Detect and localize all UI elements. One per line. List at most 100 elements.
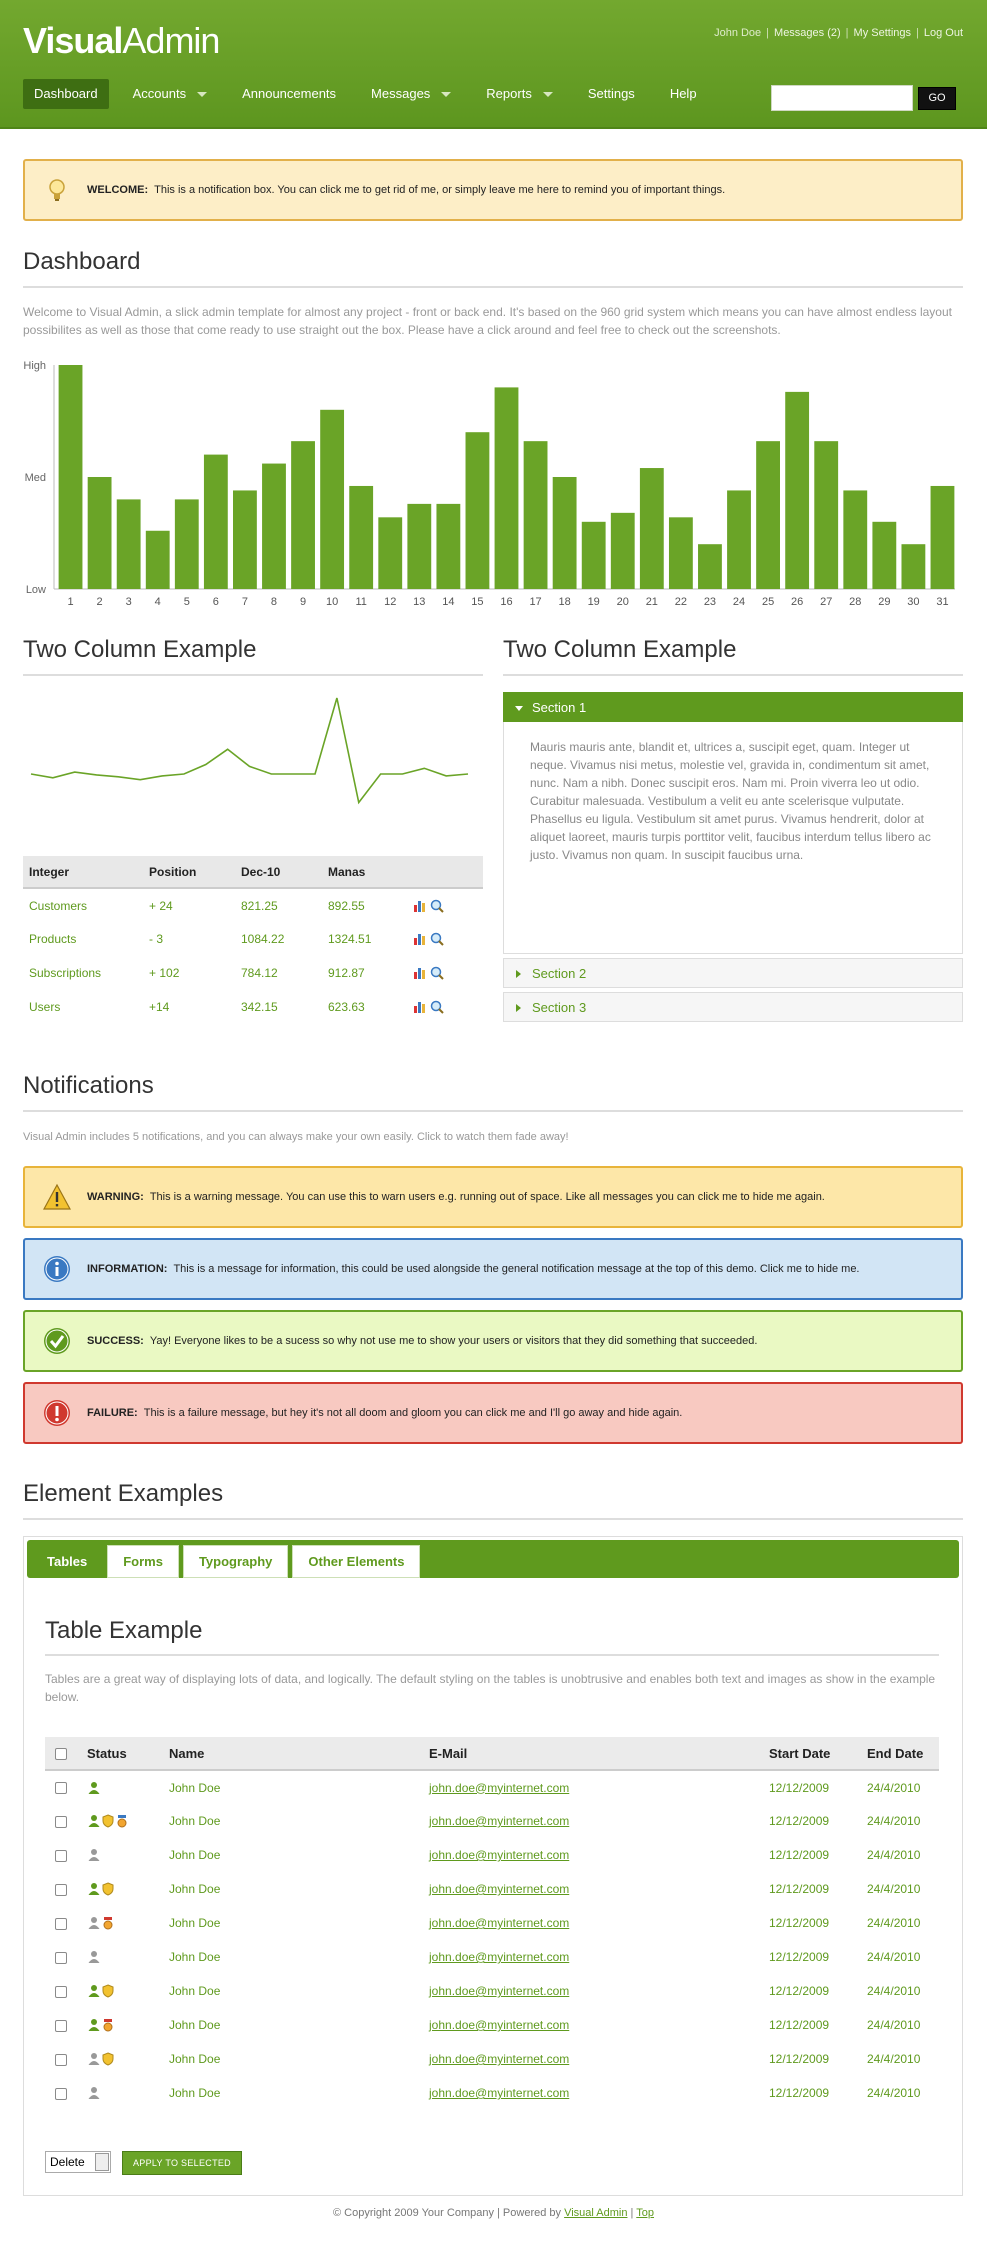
tab-tables[interactable]: Tables [31, 1545, 104, 1578]
status-cell [87, 1838, 169, 1872]
cell-name[interactable]: Subscriptions [23, 956, 143, 990]
email-link[interactable]: john.doe@myinternet.com [429, 1814, 569, 1828]
apply-to-selected-button[interactable]: APPLY TO SELECTED [122, 2151, 242, 2175]
row-checkbox[interactable] [55, 2053, 67, 2066]
row-checkbox[interactable] [55, 1917, 67, 1930]
bar [930, 485, 955, 589]
table-example-heading: Table Example [45, 1617, 203, 1644]
email-cell: john.doe@myinternet.com [429, 2008, 769, 2042]
visual-admin-link[interactable]: Visual Admin [564, 2207, 627, 2219]
row-checkbox[interactable] [55, 1782, 67, 1795]
column-header [407, 856, 483, 889]
email-link[interactable]: john.doe@myinternet.com [429, 1882, 569, 1896]
nav-reports[interactable]: Reports [475, 79, 564, 109]
bar-chart-icon[interactable] [413, 1000, 427, 1014]
information-notification[interactable]: INFORMATION: This is a message for inform… [23, 1238, 963, 1300]
bar-chart-icon[interactable] [413, 966, 427, 980]
row-checkbox[interactable] [55, 1883, 67, 1896]
email-cell: john.doe@myinternet.com [429, 1974, 769, 2008]
cell-manas: 912.87 [328, 966, 365, 980]
welcome-notification[interactable]: WELCOME: This is a notification box. You … [23, 159, 963, 221]
log-out-link[interactable]: Log Out [924, 27, 963, 39]
email-link[interactable]: john.doe@myinternet.com [429, 1781, 569, 1795]
row-checkbox[interactable] [55, 2019, 67, 2032]
column-header: End Date [867, 1737, 939, 1771]
failure-notification[interactable]: FAILURE: This is a failure message, but h… [23, 1382, 963, 1444]
success-notification[interactable]: SUCCESS: Yay! Everyone likes to be a suce… [23, 1310, 963, 1372]
bulk-action-select[interactable]: Delete [45, 2151, 111, 2173]
tab-forms[interactable]: Forms [107, 1545, 179, 1578]
top-link[interactable]: Top [636, 2207, 654, 2219]
nav-settings[interactable]: Settings [577, 79, 646, 109]
bar-chart-icon[interactable] [413, 899, 427, 913]
nav-help[interactable]: Help [659, 79, 708, 109]
email-link[interactable]: john.doe@myinternet.com [429, 2086, 569, 2100]
accordion-section-2[interactable]: Section 2 [503, 958, 963, 988]
x-tick-label: 19 [588, 596, 600, 608]
y-tick-label: High [23, 360, 46, 372]
user-inactive-icon [88, 2053, 100, 2066]
user-active-icon [88, 1883, 100, 1896]
email-link[interactable]: john.doe@myinternet.com [429, 1916, 569, 1930]
nav-dashboard[interactable]: Dashboard [23, 79, 109, 109]
email-link[interactable]: john.doe@myinternet.com [429, 2018, 569, 2032]
status-cell [87, 1804, 169, 1838]
x-tick-label: 3 [126, 596, 132, 608]
email-link[interactable]: john.doe@myinternet.com [429, 1950, 569, 1964]
logo[interactable]: VisualAdmin [23, 20, 220, 62]
nav-announcements[interactable]: Announcements [231, 79, 347, 109]
row-checkbox[interactable] [55, 1815, 67, 1828]
cell-position: - 3 [149, 932, 164, 946]
failure-text: This is a failure message, but hey it's … [143, 1407, 683, 1419]
x-tick-label: 21 [646, 596, 658, 608]
cell-dec: 821.25 [241, 898, 278, 913]
nav-messages[interactable]: Messages [360, 79, 462, 109]
tab-other-elements[interactable]: Other Elements [292, 1545, 421, 1578]
row-checkbox[interactable] [55, 1985, 67, 1998]
accordion-section-1[interactable]: Section 1 [503, 692, 963, 722]
cell-name[interactable]: Customers [23, 888, 143, 922]
email-link[interactable]: john.doe@myinternet.com [429, 1848, 569, 1862]
tab-typography[interactable]: Typography [182, 1545, 289, 1578]
nav-accounts[interactable]: Accounts [122, 79, 218, 109]
status-cell [87, 2008, 169, 2042]
my-settings-link[interactable]: My Settings [854, 27, 911, 39]
search-input[interactable] [771, 85, 913, 111]
cell-name[interactable]: Products [23, 922, 143, 956]
row-checkbox[interactable] [55, 2087, 67, 2100]
row-checkbox[interactable] [55, 1951, 67, 1964]
magnifier-icon[interactable] [430, 932, 445, 947]
accordion-section-3[interactable]: Section 3 [503, 992, 963, 1022]
magnifier-icon[interactable] [430, 899, 445, 913]
table-row: Products - 3 1084.22 1324.51 [23, 922, 483, 956]
cell-dec: 342.15 [241, 1000, 278, 1014]
email-link[interactable]: john.doe@myinternet.com [429, 1984, 569, 1998]
name-cell: John Doe [169, 1780, 221, 1795]
x-tick-label: 26 [791, 596, 803, 608]
end-date-cell: 24/4/2010 [867, 1780, 921, 1795]
start-date-cell: 12/12/2009 [769, 2086, 830, 2100]
cell-manas: 1324.51 [328, 932, 372, 946]
row-checkbox[interactable] [55, 1849, 67, 1862]
bar [349, 485, 374, 589]
magnifier-icon[interactable] [430, 966, 445, 981]
cell-name[interactable]: Users [23, 990, 143, 1024]
bar-chart: LowMedHigh1 2 3 4 5 6 7 8 9 10 11 12 13 14 15 16 17 18 19 2… [23, 360, 955, 608]
x-tick-label: 1 [67, 596, 73, 608]
x-tick-label: 4 [155, 596, 161, 608]
table-row: John Doe john.doe@myinternet.com 12/12/200… [45, 1872, 939, 1906]
start-date-cell: 12/12/2009 [769, 1984, 830, 1998]
bar [523, 441, 548, 589]
table-row: Subscriptions + 102 784.12 912.87 [23, 956, 483, 990]
magnifier-icon[interactable] [430, 1000, 445, 1015]
table-row: John Doe john.doe@myinternet.com 12/12/200… [45, 1974, 939, 2008]
go-button[interactable]: GO [918, 87, 956, 110]
bar [785, 391, 810, 589]
end-date-cell: 24/4/2010 [867, 2086, 921, 2100]
select-all-checkbox[interactable] [55, 1748, 67, 1761]
email-link[interactable]: john.doe@myinternet.com [429, 2052, 569, 2066]
messages-link[interactable]: Messages (2) [774, 27, 841, 39]
actions-cell [407, 888, 483, 922]
warning-notification[interactable]: WARNING: This is a warning message. You c… [23, 1166, 963, 1228]
bar-chart-icon[interactable] [413, 932, 427, 946]
